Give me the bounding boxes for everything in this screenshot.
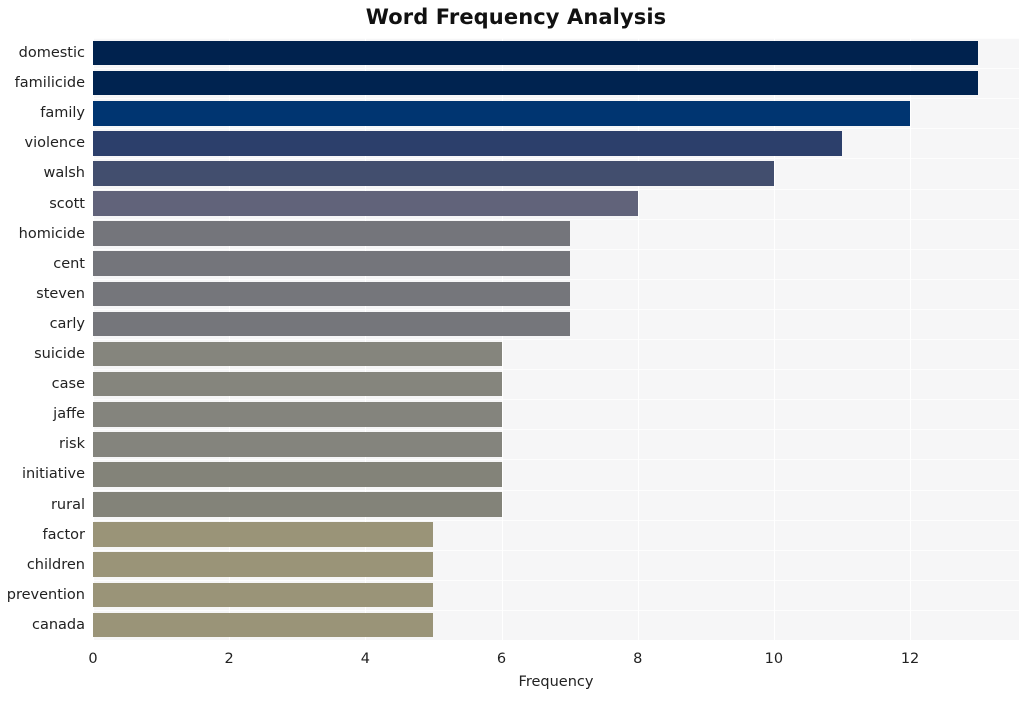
bar — [93, 131, 842, 156]
bar — [93, 432, 502, 457]
plot-area — [93, 38, 1019, 640]
x-axis-tick-labels: 0 2 4 6 8 10 12 — [0, 640, 1032, 670]
y-axis-tick-labels: domestic familicide family violence walsh sco… — [0, 38, 85, 640]
bar — [93, 552, 434, 578]
y-axis-tick-label: steven — [36, 285, 85, 302]
bar — [93, 70, 979, 96]
grid-line-horizontal — [93, 459, 1019, 461]
y-axis-tick-label: suicide — [34, 346, 85, 363]
bar — [93, 251, 570, 277]
y-axis-tick-label: children — [26, 556, 85, 573]
grid-line-vertical — [93, 38, 94, 640]
y-axis-tick-label: homicide — [18, 225, 85, 242]
grid-line-vertical — [365, 38, 367, 640]
y-axis-tick-label: jaffe — [53, 406, 85, 423]
y-axis-tick-label: family — [40, 105, 85, 122]
y-axis-tick-label: familicide — [14, 75, 85, 92]
bar — [93, 522, 434, 547]
grid-line-horizontal — [93, 549, 1019, 551]
y-axis-tick-label: risk — [59, 436, 85, 453]
grid-line-horizontal — [93, 429, 1019, 431]
grid-line-horizontal — [93, 308, 1019, 310]
bar — [93, 40, 979, 66]
chart-title: Word Frequency Analysis — [365, 5, 667, 29]
grid-line-horizontal — [93, 248, 1019, 250]
x-axis-tick-label: 10 — [764, 651, 784, 667]
grid-line-horizontal — [93, 519, 1019, 521]
bar — [93, 191, 638, 216]
grid-line-horizontal — [93, 218, 1019, 220]
grid-line-vertical — [637, 38, 639, 640]
y-axis-tick-label: cent — [53, 255, 85, 272]
bar — [93, 100, 911, 126]
y-axis-tick-label: carly — [49, 315, 85, 332]
bar — [93, 281, 570, 307]
bar — [93, 582, 434, 608]
bar — [93, 311, 570, 337]
grid-line-horizontal — [93, 128, 1019, 130]
grid-line-horizontal — [93, 98, 1019, 100]
grid-line-horizontal — [93, 188, 1019, 190]
x-axis-tick-label: 12 — [900, 651, 920, 667]
y-axis-tick-label: initiative — [21, 466, 85, 483]
grid-line-horizontal — [93, 609, 1019, 611]
x-axis-tick-label: 0 — [88, 651, 98, 667]
y-axis-tick-label: walsh — [43, 165, 85, 182]
bar — [93, 221, 570, 246]
grid-line-horizontal — [93, 399, 1019, 401]
grid-line-horizontal — [93, 38, 1019, 39]
y-axis-tick-label: case — [51, 376, 85, 393]
bar — [93, 462, 502, 487]
y-axis-tick-label: domestic — [18, 45, 85, 62]
grid-line-vertical — [501, 38, 503, 640]
grid-line-horizontal — [93, 158, 1019, 160]
x-axis-tick-label: 6 — [496, 651, 507, 667]
grid-line-horizontal — [93, 68, 1019, 70]
x-axis-tick-label: 4 — [360, 651, 370, 667]
bar — [93, 161, 774, 186]
x-axis-tick-label: 8 — [633, 651, 643, 667]
grid-line-horizontal — [93, 339, 1019, 340]
bar — [93, 341, 502, 367]
x-axis-title: Frequency — [518, 674, 594, 690]
y-axis-tick-label: prevention — [6, 586, 85, 603]
grid-line-horizontal — [93, 489, 1019, 491]
bar — [93, 492, 502, 517]
y-axis-tick-label: violence — [24, 135, 85, 152]
grid-line-horizontal — [93, 579, 1019, 581]
x-axis-tick-label: 2 — [224, 651, 234, 667]
y-axis-tick-label: scott — [49, 195, 85, 212]
grid-line-vertical — [773, 38, 775, 640]
bar — [93, 612, 434, 638]
chart-figure: Word Frequency Analysis domestic familici… — [0, 0, 1032, 701]
y-axis-tick-label: factor — [42, 526, 85, 543]
y-axis-tick-label: rural — [50, 496, 85, 513]
grid-line-vertical — [910, 38, 912, 640]
grid-line-vertical — [229, 38, 231, 640]
bar — [93, 401, 502, 427]
grid-line-horizontal — [93, 369, 1019, 371]
grid-line-horizontal — [93, 278, 1019, 280]
bar — [93, 371, 502, 397]
y-axis-tick-label: canada — [31, 616, 85, 633]
